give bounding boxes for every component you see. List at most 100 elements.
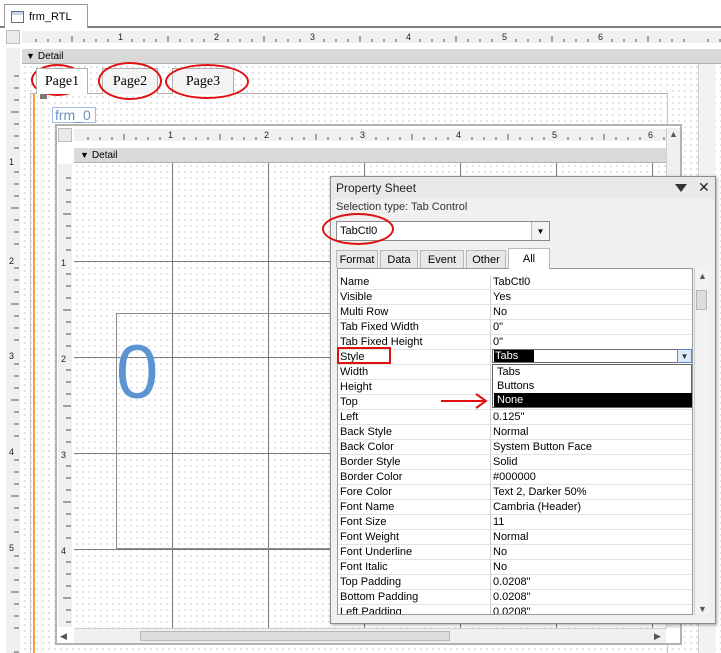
property-value[interactable]: Yes [493,291,691,303]
property-value[interactable]: Cambria (Header) [493,501,691,513]
ruler-number: 5 [552,130,558,140]
chevron-down-icon[interactable]: ▼ [531,222,549,240]
property-row-multi-row[interactable]: Multi Row No [338,305,692,320]
style-current-value: Tabs [494,350,534,362]
document-tab-frm-rtl[interactable]: frm_RTL [4,4,88,28]
ruler-number: 5 [9,543,15,553]
subform-vertical-ruler[interactable]: 1 2 3 4 [58,164,72,627]
property-value[interactable]: Solid [493,456,691,468]
tab-event[interactable]: Event [420,250,464,268]
property-value[interactable]: 11 [493,516,691,528]
property-row-name[interactable]: Name TabCtl0 [338,275,692,290]
detail-section-bar[interactable]: ▼ Detail [22,49,721,64]
property-row-fore-color[interactable]: Fore Color Text 2, Darker 50% [338,485,692,500]
property-value[interactable]: No [493,546,691,558]
property-row-font-underline[interactable]: Font Underline No [338,545,692,560]
property-row-tab-fixed-width[interactable]: Tab Fixed Width 0" [338,320,692,335]
property-name: Tab Fixed Width [340,321,419,333]
chevron-down-icon[interactable]: ▼ [677,349,692,363]
column-divider [490,440,491,455]
ruler-number: 2 [264,130,270,140]
horizontal-ruler[interactable]: 1 2 3 4 5 6 [22,31,721,43]
property-value[interactable]: No [493,306,691,318]
property-value[interactable]: No [493,561,691,573]
column-divider [490,605,491,614]
column-divider [490,425,491,440]
property-value[interactable]: Text 2, Darker 50% [493,486,691,498]
scroll-down-arrow-icon[interactable]: ▼ [698,604,707,614]
property-row-font-size[interactable]: Font Size 11 [338,515,692,530]
property-name: Name [340,276,370,288]
property-row-back-style[interactable]: Back Style Normal [338,425,692,440]
subform-horizontal-ruler[interactable]: 1 2 3 4 5 6 [74,129,666,141]
form-selector[interactable] [6,30,20,44]
dropdown-option-tabs[interactable]: Tabs [494,365,692,379]
property-row-left[interactable]: Left 0.125" [338,410,692,425]
tab-all[interactable]: All [508,248,550,269]
property-grid-vertical-scrollbar[interactable] [694,268,709,615]
ruler-number: 3 [310,32,316,42]
dropdown-option-none[interactable]: None [494,393,692,407]
property-row-tab-fixed-height[interactable]: Tab Fixed Height 0" [338,335,692,350]
property-sheet-tabs: Format Data Event Other All [336,248,706,269]
tab-page3[interactable]: Page3 [172,68,234,94]
tab-page2[interactable]: Page2 [102,68,158,94]
property-value[interactable]: #000000 [493,471,691,483]
property-row-border-color[interactable]: Border Color #000000 [338,470,692,485]
scroll-up-arrow-icon[interactable]: ▲ [698,271,707,281]
column-divider [490,590,491,605]
subform-horizontal-scroll-thumb[interactable] [140,631,450,641]
property-row-back-color[interactable]: Back Color System Button Face [338,440,692,455]
selected-control-combo[interactable]: TabCtl0 [336,221,550,241]
scroll-right-arrow-icon[interactable]: ▶ [654,631,661,642]
property-value[interactable]: 0.0208" [493,606,691,614]
property-row-font-italic[interactable]: Font Italic No [338,560,692,575]
tab-data[interactable]: Data [380,250,418,268]
property-row-visible[interactable]: Visible Yes [338,290,692,305]
property-row-font-weight[interactable]: Font Weight Normal [338,530,692,545]
tab-format[interactable]: Format [336,250,378,268]
column-divider [490,515,491,530]
property-grid-scroll-thumb[interactable] [696,290,707,310]
close-icon[interactable]: ✕ [698,180,710,194]
property-value[interactable]: System Button Face [493,441,691,453]
dropdown-menu-icon[interactable] [674,183,688,193]
column-divider [490,275,491,290]
subform-detail-label: Detail [91,149,118,161]
ruler-number: 1 [168,130,174,140]
vertical-ruler[interactable]: 1 2 3 4 5 [6,48,20,653]
scroll-left-arrow-icon[interactable]: ◀ [60,631,67,642]
property-name: Fore Color [340,486,392,498]
property-value[interactable]: 0" [493,321,691,333]
property-row-left-padding[interactable]: Left Padding 0.0208" [338,605,692,614]
subform-form-selector[interactable] [58,128,72,142]
property-value[interactable]: 0" [493,336,691,348]
property-value[interactable]: TabCtl0 [493,276,691,288]
ruler-number: 1 [61,258,67,268]
subform-detail-section-bar[interactable]: ▼ Detail [74,148,666,163]
property-value[interactable]: Normal [493,426,691,438]
tab-other[interactable]: Other [466,250,506,268]
scroll-up-arrow-icon[interactable]: ▲ [669,129,678,139]
property-row-font-name[interactable]: Font Name Cambria (Header) [338,500,692,515]
property-row-bottom-padding[interactable]: Bottom Padding 0.0208" [338,590,692,605]
property-value[interactable]: 0.0208" [493,576,691,588]
column-divider [490,305,491,320]
dropdown-option-buttons[interactable]: Buttons [494,379,692,393]
annotation-rect-style [337,347,391,364]
subform-label[interactable]: frm_0 [52,107,96,123]
document-tab-strip [0,0,721,28]
property-name: Font Italic [340,561,388,573]
property-row-top-padding[interactable]: Top Padding 0.0208" [338,575,692,590]
property-value[interactable]: Normal [493,531,691,543]
ruler-number: 2 [61,354,67,364]
property-name: Width [340,366,369,378]
tab-page1[interactable]: Page1 [36,68,88,94]
property-name: Border Color [340,471,403,483]
property-value[interactable]: 0.0208" [493,591,691,603]
tab-other-label: Other [472,253,500,266]
ruler-number: 6 [648,130,654,140]
property-row-border-style[interactable]: Border Style Solid [338,455,692,470]
property-value[interactable]: 0.125" [493,411,691,423]
ruler-number: 5 [502,32,508,42]
